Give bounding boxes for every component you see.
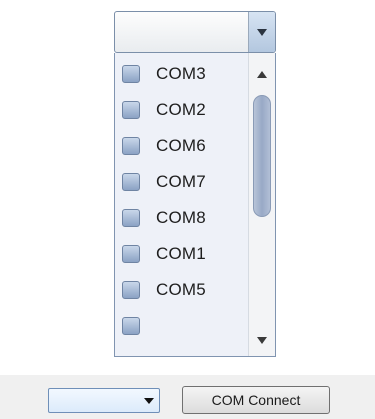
com-connect-button[interactable]: COM Connect [182, 386, 330, 414]
list-item-label: COM8 [156, 208, 206, 227]
port-option-list: COM3 COM2 COM6 COM7 COM8 COM1 COM5 [115, 53, 249, 356]
port-select-combobox[interactable] [48, 388, 160, 413]
scroll-down-arrow-icon [257, 336, 267, 344]
list-item-label: COM3 [156, 64, 206, 83]
list-item-com7[interactable]: COM7 [119, 165, 249, 199]
list-item-com6[interactable]: COM6 [119, 129, 249, 163]
port-dropdown-list: COM3 COM2 COM6 COM7 COM8 COM1 COM5 [114, 53, 276, 357]
scrollbar-thumb[interactable] [253, 95, 271, 217]
checkbox-icon[interactable] [122, 209, 140, 227]
chevron-down-icon [257, 28, 267, 36]
list-item-com1[interactable]: COM1 [119, 237, 249, 271]
list-item-label: COM7 [156, 172, 206, 191]
vertical-scrollbar[interactable] [248, 53, 275, 356]
scroll-up-arrow-icon [257, 70, 267, 78]
chevron-down-icon [144, 397, 154, 404]
checkbox-icon[interactable] [122, 137, 140, 155]
checkbox-icon[interactable] [122, 317, 140, 335]
checkbox-icon[interactable] [122, 101, 140, 119]
scroll-up-button[interactable] [249, 61, 275, 87]
list-item-label: COM1 [156, 244, 206, 263]
checkbox-icon[interactable] [122, 281, 140, 299]
list-item-com3[interactable]: COM3 [119, 57, 249, 91]
port-combobox-value [115, 12, 248, 52]
list-item-com8[interactable]: COM8 [119, 201, 249, 235]
port-combobox[interactable] [114, 11, 276, 53]
list-item-partial[interactable] [119, 309, 249, 343]
list-item-com5[interactable]: COM5 [119, 273, 249, 307]
checkbox-icon[interactable] [122, 173, 140, 191]
list-item-label: COM5 [156, 280, 206, 299]
list-item-label: COM2 [156, 100, 206, 119]
scroll-down-button[interactable] [249, 327, 275, 353]
list-item-label: COM6 [156, 136, 206, 155]
checkbox-icon[interactable] [122, 245, 140, 263]
list-item-com2[interactable]: COM2 [119, 93, 249, 127]
port-combobox-arrow-button[interactable] [248, 12, 275, 52]
checkbox-icon[interactable] [122, 65, 140, 83]
port-select-arrow[interactable] [139, 389, 159, 412]
